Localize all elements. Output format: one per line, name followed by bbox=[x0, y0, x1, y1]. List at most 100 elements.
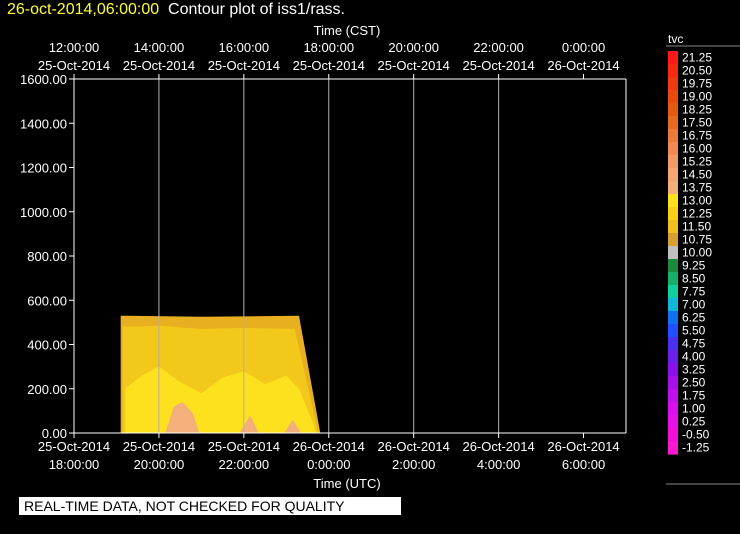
colorbar-swatch bbox=[668, 233, 678, 247]
x-top-tick-time: 12:00:00 bbox=[49, 40, 100, 55]
colorbar-label: 3.25 bbox=[682, 363, 706, 377]
x-top-tick-time: 14:00:00 bbox=[134, 40, 185, 55]
colorbar-label: 12.25 bbox=[682, 207, 712, 221]
colorbar-swatch bbox=[668, 441, 678, 455]
colorbar-label: 8.50 bbox=[682, 272, 706, 286]
colorbar-label: 10.75 bbox=[682, 233, 712, 247]
colorbar-swatch bbox=[668, 155, 678, 169]
y-tick-label: 800.00 bbox=[27, 249, 67, 264]
colorbar-swatch bbox=[668, 207, 678, 221]
colorbar-label: 21.25 bbox=[682, 51, 712, 65]
colorbar-swatch bbox=[668, 337, 678, 351]
colorbar-swatch bbox=[668, 142, 678, 156]
tick-label-layer: 0.00200.00400.00600.00800.001000.001200.… bbox=[20, 40, 620, 472]
colorbar-swatch bbox=[668, 194, 678, 208]
colorbar-label: 19.00 bbox=[682, 90, 712, 104]
colorbar-title: tvc bbox=[668, 32, 683, 46]
x-top-tick-time: 0:00:00 bbox=[562, 40, 605, 55]
x-bottom-tick-time: 4:00:00 bbox=[477, 457, 520, 472]
y-tick-label: 1000.00 bbox=[20, 205, 67, 220]
colorbar-label: 4.75 bbox=[682, 337, 706, 351]
colorbar-swatch bbox=[668, 402, 678, 416]
y-tick-label: 600.00 bbox=[27, 293, 67, 308]
colorbar-label: 9.25 bbox=[682, 259, 706, 273]
colorbar-swatch bbox=[668, 116, 678, 130]
colorbar-label: 16.00 bbox=[682, 142, 712, 156]
x-bottom-tick-time: 2:00:00 bbox=[392, 457, 435, 472]
colorbar-swatch bbox=[668, 129, 678, 143]
colorbar-swatch bbox=[668, 389, 678, 403]
colorbar-swatch bbox=[668, 220, 678, 234]
x-bottom-tick-time: 20:00:00 bbox=[134, 457, 185, 472]
colorbar-swatch bbox=[668, 285, 678, 299]
x-top-tick-time: 18:00:00 bbox=[303, 40, 354, 55]
x-bottom-tick-date: 25-Oct-2014 bbox=[38, 439, 110, 454]
colorbar-label: 16.75 bbox=[682, 129, 712, 143]
y-tick-label: 200.00 bbox=[27, 382, 67, 397]
colorbar-label: 17.50 bbox=[682, 116, 712, 130]
x-bottom-tick-date: 26-Oct-2014 bbox=[378, 439, 450, 454]
x-top-tick-time: 22:00:00 bbox=[473, 40, 524, 55]
colorbar-swatch bbox=[668, 103, 678, 117]
colorbar-swatch bbox=[668, 51, 678, 65]
colorbar-label: 7.75 bbox=[682, 285, 706, 299]
x-bottom-tick-time: 18:00:00 bbox=[49, 457, 100, 472]
x-bottom-tick-date: 25-Oct-2014 bbox=[123, 439, 195, 454]
colorbar-swatch bbox=[668, 90, 678, 104]
quality-banner: REAL-TIME DATA, NOT CHECKED FOR QUALITY bbox=[19, 497, 401, 515]
colorbar-swatch bbox=[668, 350, 678, 364]
colorbar-label: 13.75 bbox=[682, 181, 712, 195]
colorbar-label: 19.75 bbox=[682, 77, 712, 91]
colorbar-swatch bbox=[668, 246, 678, 260]
colorbar-label: 0.25 bbox=[682, 415, 706, 429]
colorbar-label: -0.50 bbox=[682, 428, 710, 442]
y-tick-label: 1200.00 bbox=[20, 161, 67, 176]
colorbar-label: 1.00 bbox=[682, 402, 706, 416]
y-tick-label: 1400.00 bbox=[20, 116, 67, 131]
colorbar-label: 2.50 bbox=[682, 376, 706, 390]
colorbar-label: 14.50 bbox=[682, 168, 712, 182]
colorbar-swatch bbox=[668, 376, 678, 390]
x-bottom-tick-date: 26-Oct-2014 bbox=[293, 439, 365, 454]
contour-plot: 0.00200.00400.00600.00800.001000.001200.… bbox=[20, 23, 740, 491]
colorbar-swatch bbox=[668, 311, 678, 325]
x-top-tick-date: 25-Oct-2014 bbox=[293, 58, 365, 73]
colorbar-swatch bbox=[668, 64, 678, 78]
colorbar: 21.2520.5019.7519.0018.2517.5016.7516.00… bbox=[668, 51, 712, 455]
colorbar-swatch bbox=[668, 324, 678, 338]
x-top-tick-date: 25-Oct-2014 bbox=[38, 58, 110, 73]
x-bottom-tick-date: 26-Oct-2014 bbox=[547, 439, 619, 454]
colorbar-swatch bbox=[668, 363, 678, 377]
colorbar-label: 20.50 bbox=[682, 64, 712, 78]
colorbar-label: 15.25 bbox=[682, 155, 712, 169]
y-tick-label: 400.00 bbox=[27, 338, 67, 353]
x-top-tick-date: 25-Oct-2014 bbox=[462, 58, 534, 73]
x-top-tick-date: 26-Oct-2014 bbox=[547, 58, 619, 73]
colorbar-swatch bbox=[668, 168, 678, 182]
x-bottom-tick-time: 6:00:00 bbox=[562, 457, 605, 472]
colorbar-label: 13.00 bbox=[682, 194, 712, 208]
colorbar-label: 1.75 bbox=[682, 389, 706, 403]
colorbar-label: 5.50 bbox=[682, 324, 706, 338]
x-top-tick-time: 20:00:00 bbox=[388, 40, 439, 55]
x-bottom-axis-label: Time (UTC) bbox=[313, 476, 380, 491]
x-bottom-tick-time: 0:00:00 bbox=[307, 457, 350, 472]
x-top-tick-date: 25-Oct-2014 bbox=[123, 58, 195, 73]
colorbar-swatch bbox=[668, 272, 678, 286]
x-top-tick-time: 16:00:00 bbox=[219, 40, 270, 55]
colorbar-label: 7.00 bbox=[682, 298, 706, 312]
x-bottom-tick-time: 22:00:00 bbox=[219, 457, 270, 472]
y-tick-label: 1600.00 bbox=[20, 72, 67, 87]
x-bottom-tick-date: 26-Oct-2014 bbox=[462, 439, 534, 454]
colorbar-label: 18.25 bbox=[682, 103, 712, 117]
colorbar-label: -1.25 bbox=[682, 441, 710, 455]
x-top-tick-date: 25-Oct-2014 bbox=[208, 58, 280, 73]
colorbar-swatch bbox=[668, 298, 678, 312]
colorbar-swatch bbox=[668, 181, 678, 195]
colorbar-swatch bbox=[668, 259, 678, 273]
x-top-tick-date: 25-Oct-2014 bbox=[378, 58, 450, 73]
colorbar-label: 11.50 bbox=[682, 220, 711, 234]
x-bottom-tick-date: 25-Oct-2014 bbox=[208, 439, 280, 454]
x-top-axis-label: Time (CST) bbox=[314, 23, 381, 38]
colorbar-label: 4.00 bbox=[682, 350, 706, 364]
